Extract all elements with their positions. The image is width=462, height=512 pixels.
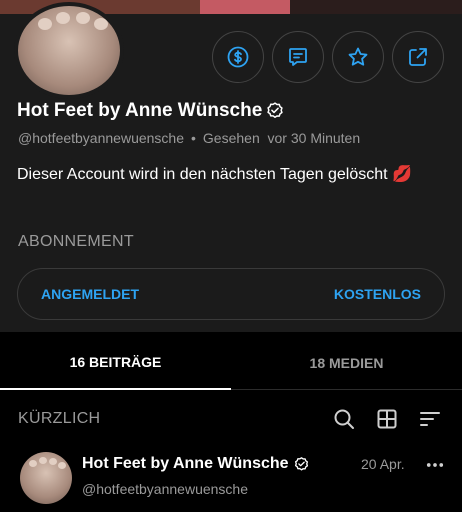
grid-icon[interactable] bbox=[375, 407, 399, 431]
profile-header: Hot Feet by Anne Wünsche @hotfeetbyannew… bbox=[0, 2, 462, 332]
subscription-status: ANGEMELDET bbox=[41, 286, 139, 302]
seen-label: Gesehen bbox=[202, 130, 260, 146]
profile-name: Hot Feet by Anne Wünsche bbox=[17, 100, 263, 121]
star-icon bbox=[348, 47, 368, 66]
share-button[interactable] bbox=[392, 31, 444, 83]
post-avatar[interactable] bbox=[20, 452, 72, 504]
post-item[interactable]: Hot Feet by Anne Wünsche @hotfeetbyannew… bbox=[0, 446, 462, 512]
post-date: 20 Apr. bbox=[361, 456, 405, 472]
verified-icon bbox=[294, 456, 308, 470]
search-icon[interactable] bbox=[332, 407, 356, 431]
post-author-handle: @hotfeetbyannewuensche bbox=[82, 481, 248, 497]
share-icon bbox=[409, 48, 427, 66]
profile-name-row: Hot Feet by Anne Wünsche bbox=[17, 100, 285, 122]
recent-heading: KÜRZLICH bbox=[18, 410, 101, 427]
favorite-button[interactable] bbox=[332, 31, 384, 83]
seen-time: vor 30 Minuten bbox=[267, 130, 361, 146]
tab-media[interactable]: 18 MEDIEN bbox=[231, 336, 462, 390]
tip-button[interactable] bbox=[212, 31, 264, 83]
post-author-row: Hot Feet by Anne Wünsche bbox=[82, 455, 310, 473]
content-tabs: 16 BEITRÄGE 18 MEDIEN bbox=[0, 336, 462, 390]
avatar[interactable] bbox=[14, 2, 124, 99]
post-author-name[interactable]: Hot Feet by Anne Wünsche bbox=[82, 455, 289, 473]
subscription-price: KOSTENLOS bbox=[333, 286, 421, 302]
tab-posts[interactable]: 16 BEITRÄGE bbox=[0, 336, 231, 390]
sort-icon[interactable] bbox=[418, 407, 442, 431]
message-button[interactable] bbox=[272, 31, 324, 83]
subscription-heading: ABONNEMENT bbox=[18, 233, 134, 250]
subscription-button[interactable]: ANGEMELDET KOSTENLOS bbox=[17, 268, 445, 320]
separator-dot: • bbox=[191, 130, 196, 146]
verified-icon bbox=[267, 102, 283, 118]
dollar-icon bbox=[227, 46, 249, 68]
more-options-icon[interactable] bbox=[425, 455, 445, 475]
profile-handle: @hotfeetbyannewuensche bbox=[18, 130, 184, 146]
profile-bio: Dieser Account wird in den nächsten Tage… bbox=[17, 166, 412, 183]
profile-meta: @hotfeetbyannewuensche • Gesehen vor 30 Mi… bbox=[18, 130, 360, 146]
message-icon bbox=[289, 48, 307, 66]
